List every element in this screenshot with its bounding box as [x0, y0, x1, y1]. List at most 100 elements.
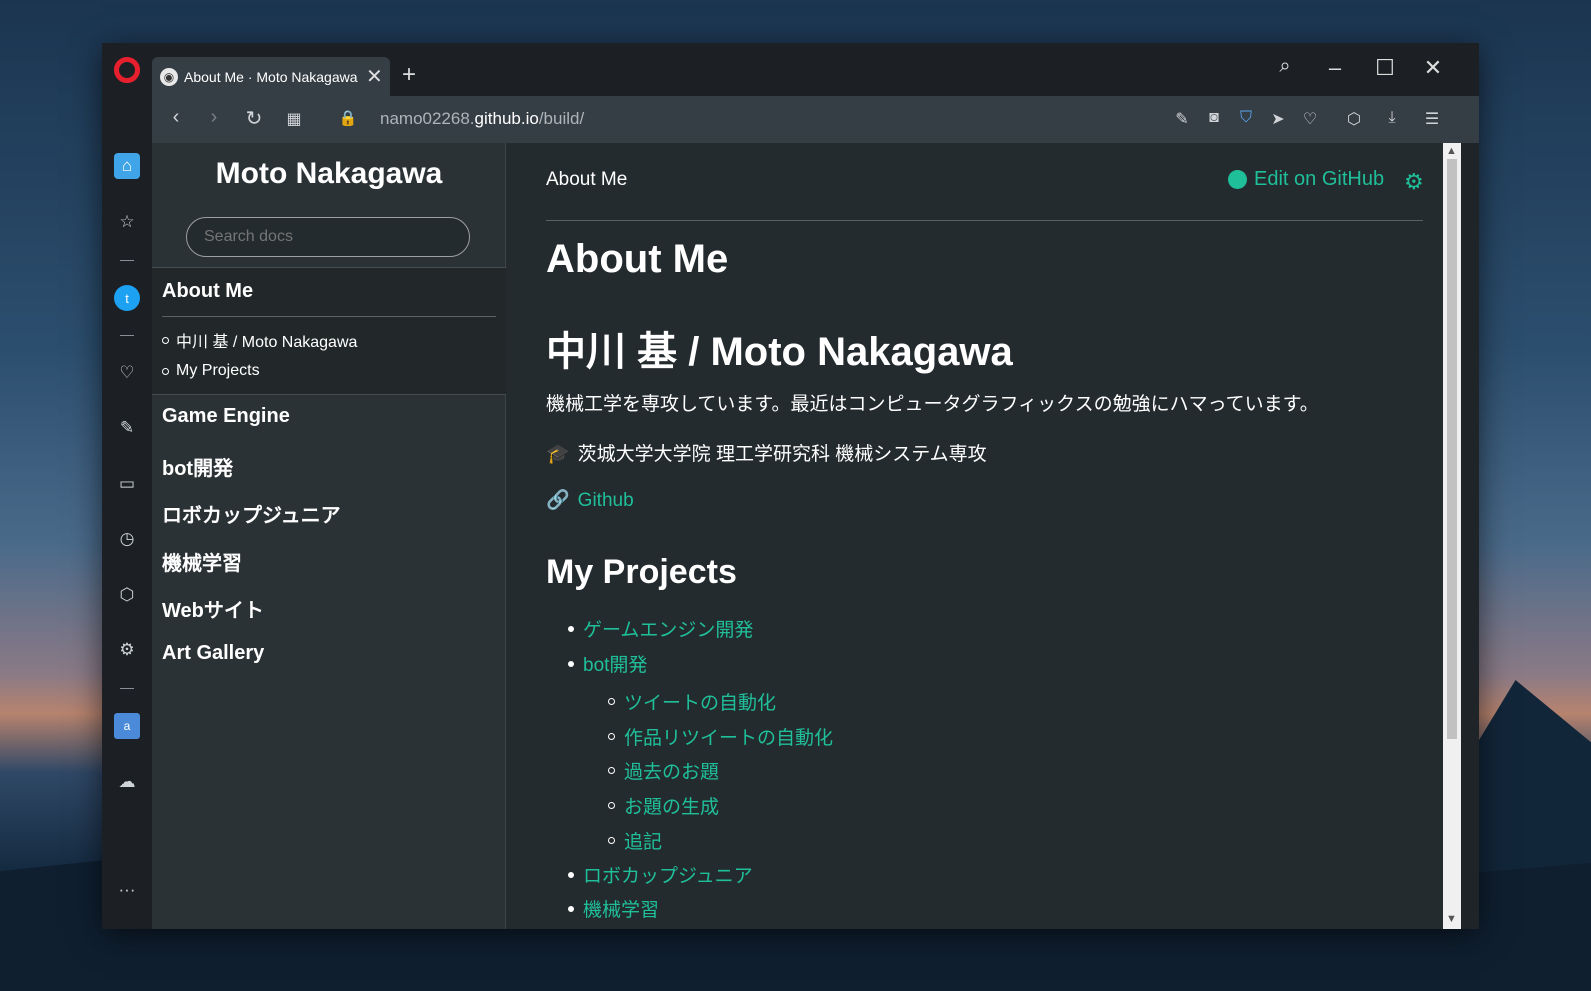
edit-link-label: Edit on GitHub [1254, 168, 1385, 190]
nav-subitem-label: 中川 基 / Moto Nakagawa [176, 334, 358, 351]
project-link-robocup[interactable]: ロボカップジュニア [568, 861, 753, 888]
translate-icon[interactable]: a [114, 713, 140, 739]
sidebar-divider [120, 335, 134, 336]
search-tabs-icon[interactable]: ⌕ [1270, 55, 1300, 78]
easy-setup-icon[interactable]: ☰ [1420, 109, 1444, 129]
nav-current-section: About Me 中川 基 / Moto Nakagawa My Project… [152, 267, 506, 395]
heart-icon[interactable]: ♡ [1298, 109, 1322, 129]
page-content: Moto Nakagawa About Me 中川 基 / Moto Nakag… [152, 143, 1461, 929]
nav-subitem-name[interactable]: 中川 基 / Moto Nakagawa [162, 328, 357, 352]
github-link[interactable]: Github [578, 490, 634, 511]
search-input[interactable] [186, 217, 470, 257]
scrollbar[interactable]: ▲ ▼ [1443, 143, 1461, 929]
extensions-icon[interactable]: ⬡ [114, 582, 140, 608]
project-sublink-postscript[interactable]: 追記 [608, 827, 662, 854]
cloud-icon[interactable]: ☁ [114, 769, 140, 795]
scroll-down-icon[interactable]: ▼ [1446, 913, 1457, 925]
sidebar-divider [120, 688, 134, 689]
bullet-icon [608, 802, 615, 809]
link-icon: 🔗 [546, 490, 570, 511]
project-link-game-engine[interactable]: ゲームエンジン開発 [568, 615, 753, 642]
opera-logo-icon[interactable] [114, 57, 140, 83]
nav-item-game-engine[interactable]: Game Engine [162, 405, 290, 428]
send-icon[interactable]: ➤ [1266, 109, 1290, 129]
project-link-label: 過去のお題 [624, 762, 720, 783]
project-sublink-retweet[interactable]: 作品リツイートの自動化 [608, 723, 833, 750]
project-link-label: bot開発 [583, 655, 648, 676]
close-window-icon[interactable]: ✕ [1418, 55, 1448, 81]
nav-item-ml[interactable]: 機械学習 [162, 547, 242, 576]
flow-icon[interactable]: ▭ [114, 471, 140, 497]
project-link-label: 作品リツイートの自動化 [624, 728, 834, 749]
project-title[interactable]: Moto Nakagawa [152, 157, 506, 191]
project-link-ml[interactable]: 機械学習 [568, 895, 659, 922]
forward-icon[interactable]: › [202, 106, 226, 129]
name-heading: 中川 基 / Moto Nakagawa [546, 330, 1013, 374]
nav-item-robocup[interactable]: ロボカップジュニア [162, 499, 341, 528]
project-sublink-past-themes[interactable]: 過去のお題 [608, 757, 719, 784]
heart-icon[interactable]: ♡ [114, 360, 140, 386]
project-link-label: 追記 [624, 832, 663, 853]
bullet-icon [608, 767, 615, 774]
bullet-icon [568, 905, 574, 912]
tab-title: About Me · Moto Nakagawa [184, 68, 358, 85]
nav-item-about-me[interactable]: About Me [162, 280, 253, 303]
nav-item-art-gallery[interactable]: Art Gallery [162, 642, 264, 665]
twitter-icon[interactable]: t [114, 285, 140, 311]
download-icon[interactable]: ⤓ [1380, 109, 1404, 127]
globe-icon: ◉ [160, 67, 178, 86]
tab-active[interactable]: ◉ About Me · Moto Nakagawa ✕ [152, 57, 390, 96]
bullet-icon [162, 336, 169, 344]
edit-on-github-link[interactable]: Edit on GitHub [1228, 168, 1384, 191]
nav-item-website[interactable]: Webサイト [162, 594, 264, 623]
more-icon[interactable]: ··· [114, 877, 140, 903]
intro-text: 機械工学を専攻しています。最近はコンピュータグラフィックスの勉強にハマっています… [546, 394, 1319, 415]
lock-icon[interactable]: 🔒 [336, 109, 360, 127]
new-tab-icon[interactable]: + [402, 61, 416, 89]
school-text: 🎓 茨城大学大学院 理工学研究科 機械システム専攻 [546, 439, 987, 466]
minimize-icon[interactable]: – [1320, 55, 1350, 81]
maximize-icon[interactable]: ☐ [1370, 55, 1400, 81]
camera-icon[interactable]: ◙ [1202, 109, 1226, 127]
projects-heading: My Projects [546, 553, 737, 591]
project-link-bot[interactable]: bot開発 [568, 650, 647, 677]
nav-subitem-projects[interactable]: My Projects [162, 362, 260, 380]
github-icon [1228, 170, 1247, 189]
project-sublink-theme-gen[interactable]: お題の生成 [608, 792, 719, 819]
cube-icon[interactable]: ⬡ [1342, 109, 1366, 129]
url-field[interactable]: namo02268.github.io/build/ [380, 109, 584, 129]
settings-icon[interactable]: ⚙ [114, 637, 140, 663]
close-tab-icon[interactable]: ✕ [366, 64, 383, 89]
history-icon[interactable]: ◷ [114, 526, 140, 552]
snapshot-edit-icon[interactable]: ✎ [1170, 109, 1194, 129]
bullet-icon [608, 698, 615, 705]
reload-icon[interactable]: ↻ [242, 106, 266, 131]
address-bar: ‹ › ↻ ▦ 🔒 namo02268.github.io/build/ ✎ ◙… [152, 96, 1479, 143]
back-icon[interactable]: ‹ [164, 106, 188, 129]
breadcrumb[interactable]: About Me [546, 169, 627, 191]
bullet-icon [608, 733, 615, 740]
bullet-icon [568, 660, 574, 667]
github-link-line[interactable]: 🔗 Github [546, 488, 634, 512]
bookmarks-icon[interactable]: ☆ [114, 209, 140, 235]
bullet-icon [162, 367, 169, 375]
speed-dial-icon[interactable]: ▦ [282, 109, 306, 129]
adblock-shield-icon[interactable]: ⛉ [1234, 109, 1258, 127]
scrollbar-thumb[interactable] [1447, 159, 1457, 739]
scroll-up-icon[interactable]: ▲ [1446, 145, 1457, 157]
project-link-label: お題の生成 [624, 797, 720, 818]
school-label: 茨城大学大学院 理工学研究科 機械システム専攻 [577, 444, 987, 465]
project-link-label: ツイートの自動化 [624, 693, 777, 714]
bullet-icon [608, 837, 615, 844]
graduation-cap-icon: 🎓 [546, 444, 570, 465]
nav-item-bot[interactable]: bot開発 [162, 452, 233, 481]
easy-setup-icon[interactable]: ✎ [114, 415, 140, 441]
docs-sidebar: Moto Nakagawa About Me 中川 基 / Moto Nakag… [152, 143, 506, 929]
opera-sidebar: ⌂ ☆ t ♡ ✎ ▭ ◷ ⬡ ⚙ a ☁ ··· [102, 43, 152, 929]
page-title: About Me [546, 237, 729, 281]
main-content: About Me Edit on GitHub ⚙ About Me 中川 基 … [506, 143, 1443, 929]
home-icon[interactable]: ⌂ [114, 153, 140, 179]
tab-bar: ◉ About Me · Moto Nakagawa ✕ + ⌕ – ☐ ✕ [152, 43, 1479, 96]
project-sublink-tweet[interactable]: ツイートの自動化 [608, 688, 776, 715]
gear-icon[interactable]: ⚙ [1404, 169, 1424, 195]
